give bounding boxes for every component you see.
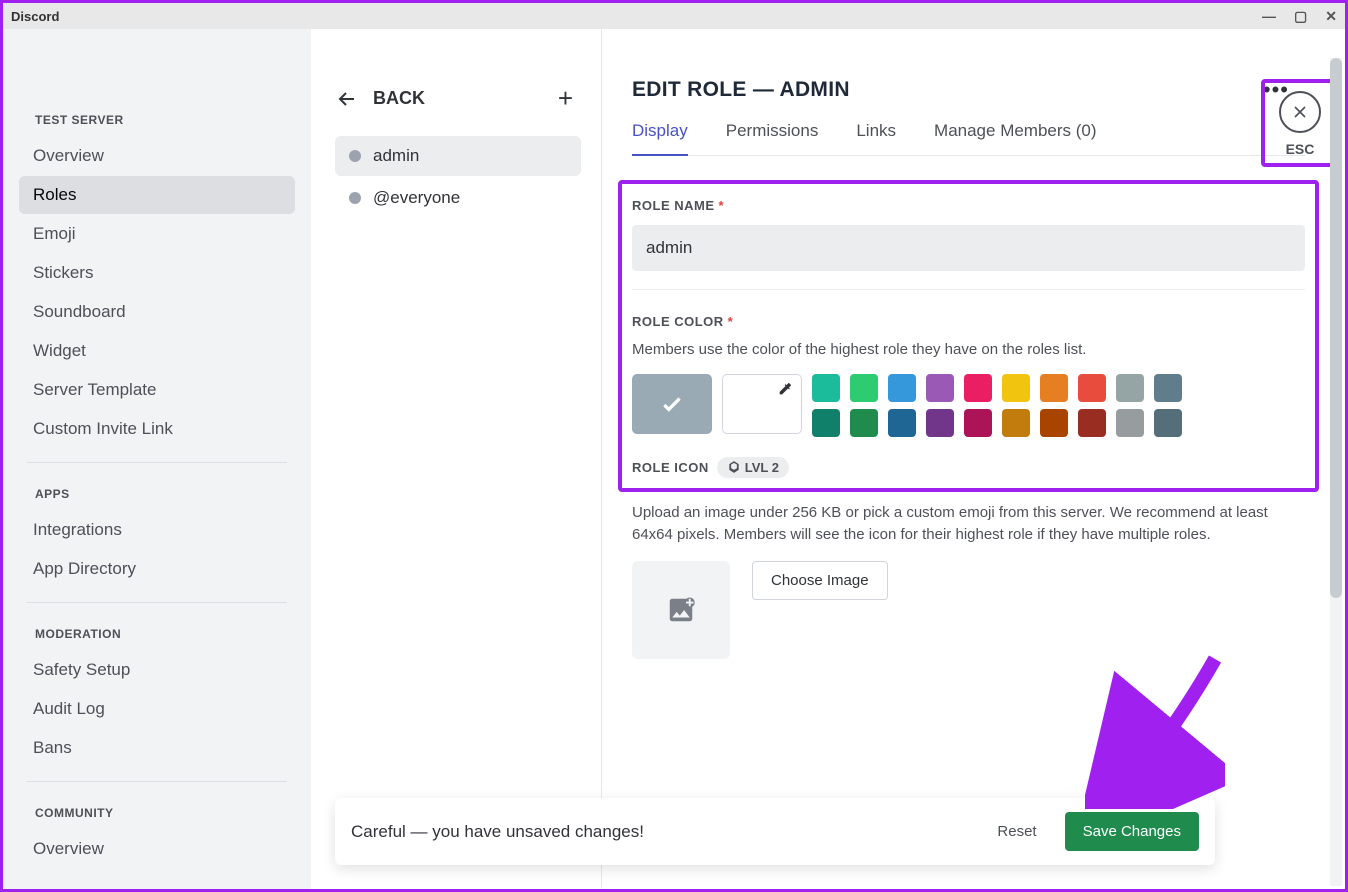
role-icon-description: Upload an image under 256 KB or pick a c… xyxy=(632,502,1305,547)
color-swatch[interactable] xyxy=(964,409,992,437)
color-swatch[interactable] xyxy=(1002,409,1030,437)
choose-image-button[interactable]: Choose Image xyxy=(752,561,888,600)
highlight-box: ROLE NAME* ROLE COLOR* Members use the c… xyxy=(618,180,1319,492)
tab-bar: Display Permissions Links Manage Members… xyxy=(632,121,1305,156)
tab-permissions[interactable]: Permissions xyxy=(726,121,819,155)
sidebar-header-community: COMMUNITY xyxy=(35,806,295,820)
role-icon-label: ROLE ICON xyxy=(632,460,709,475)
titlebar: Discord — ▢ ✕ xyxy=(3,3,1345,29)
color-swatch[interactable] xyxy=(1154,409,1182,437)
sidebar-item-server-template[interactable]: Server Template xyxy=(19,371,295,409)
color-swatch[interactable] xyxy=(850,374,878,402)
role-name-input[interactable] xyxy=(632,225,1305,271)
arrow-left-icon xyxy=(335,87,359,111)
role-color-label: ROLE COLOR* xyxy=(632,314,1305,329)
reset-button[interactable]: Reset xyxy=(987,815,1046,848)
color-swatch[interactable] xyxy=(812,374,840,402)
sidebar-header-server: TEST SERVER xyxy=(35,113,295,127)
page-title: EDIT ROLE — ADMIN xyxy=(632,78,850,102)
color-swatch[interactable] xyxy=(964,374,992,402)
sidebar-item-community-overview[interactable]: Overview xyxy=(19,830,295,868)
sidebar-header-moderation: MODERATION xyxy=(35,627,295,641)
sidebar-item-bans[interactable]: Bans xyxy=(19,729,295,767)
color-swatch[interactable] xyxy=(926,409,954,437)
settings-sidebar: TEST SERVER Overview Roles Emoji Sticker… xyxy=(3,29,311,889)
minimize-button[interactable]: — xyxy=(1262,8,1276,25)
role-name-label: ROLE NAME* xyxy=(632,198,1305,213)
color-swatch[interactable] xyxy=(1040,374,1068,402)
sidebar-item-custom-invite[interactable]: Custom Invite Link xyxy=(19,410,295,448)
image-upload-icon xyxy=(666,595,696,625)
roles-list-column: BACK + admin @everyone xyxy=(311,29,601,889)
sidebar-item-emoji[interactable]: Emoji xyxy=(19,215,295,253)
edit-role-panel: EDIT ROLE — ADMIN ••• Display Permission… xyxy=(601,29,1345,889)
color-swatch[interactable] xyxy=(812,409,840,437)
sidebar-item-audit-log[interactable]: Audit Log xyxy=(19,690,295,728)
close-window-button[interactable]: ✕ xyxy=(1325,8,1337,25)
close-icon xyxy=(1290,102,1310,122)
back-label: BACK xyxy=(373,88,425,109)
color-swatch[interactable] xyxy=(1116,409,1144,437)
eyedropper-icon xyxy=(777,381,793,400)
role-color-dot xyxy=(349,192,361,204)
window-title: Discord xyxy=(11,9,59,24)
tab-display[interactable]: Display xyxy=(632,121,688,155)
check-icon xyxy=(659,391,685,417)
sidebar-item-roles[interactable]: Roles xyxy=(19,176,295,214)
color-swatch[interactable] xyxy=(888,409,916,437)
color-swatch[interactable] xyxy=(1078,409,1106,437)
color-picker xyxy=(632,374,1305,437)
role-list-item-admin[interactable]: admin xyxy=(335,136,581,176)
color-swatch[interactable] xyxy=(1002,374,1030,402)
custom-color-swatch[interactable] xyxy=(722,374,802,434)
sidebar-header-apps: APPS xyxy=(35,487,295,501)
default-color-swatch[interactable] xyxy=(632,374,712,434)
divider xyxy=(632,289,1305,290)
color-swatch[interactable] xyxy=(850,409,878,437)
back-button[interactable]: BACK xyxy=(335,87,425,111)
scrollbar[interactable] xyxy=(1330,58,1342,886)
color-swatch[interactable] xyxy=(1116,374,1144,402)
tab-links[interactable]: Links xyxy=(856,121,896,155)
sidebar-item-app-directory[interactable]: App Directory xyxy=(19,550,295,588)
boost-level-badge: LVL 2 xyxy=(717,457,789,478)
sidebar-item-stickers[interactable]: Stickers xyxy=(19,254,295,292)
close-settings-button[interactable] xyxy=(1279,91,1321,133)
role-color-description: Members use the color of the highest rol… xyxy=(632,339,1305,362)
divider xyxy=(27,781,287,782)
divider xyxy=(27,462,287,463)
role-item-label: admin xyxy=(373,146,419,166)
color-swatch[interactable] xyxy=(926,374,954,402)
color-swatch[interactable] xyxy=(1154,374,1182,402)
boost-icon xyxy=(727,460,741,474)
color-swatch[interactable] xyxy=(1078,374,1106,402)
tab-manage-members[interactable]: Manage Members (0) xyxy=(934,121,1097,155)
role-color-dot xyxy=(349,150,361,162)
add-role-button[interactable]: + xyxy=(558,83,573,114)
role-item-label: @everyone xyxy=(373,188,460,208)
esc-label: ESC xyxy=(1279,141,1321,157)
color-swatch[interactable] xyxy=(888,374,916,402)
unsaved-text: Careful — you have unsaved changes! xyxy=(351,822,969,842)
sidebar-item-integrations[interactable]: Integrations xyxy=(19,511,295,549)
window-controls: — ▢ ✕ xyxy=(1262,8,1337,25)
role-list-item-everyone[interactable]: @everyone xyxy=(335,178,581,218)
sidebar-item-safety-setup[interactable]: Safety Setup xyxy=(19,651,295,689)
sidebar-item-widget[interactable]: Widget xyxy=(19,332,295,370)
color-swatch[interactable] xyxy=(1040,409,1068,437)
sidebar-item-soundboard[interactable]: Soundboard xyxy=(19,293,295,331)
unsaved-changes-bar: Careful — you have unsaved changes! Rese… xyxy=(335,798,1215,865)
sidebar-item-overview[interactable]: Overview xyxy=(19,137,295,175)
save-changes-button[interactable]: Save Changes xyxy=(1065,812,1199,851)
icon-upload-box[interactable] xyxy=(632,561,730,659)
maximize-button[interactable]: ▢ xyxy=(1294,8,1307,25)
esc-highlight: ESC xyxy=(1261,79,1339,167)
divider xyxy=(27,602,287,603)
scrollbar-thumb[interactable] xyxy=(1330,58,1342,598)
